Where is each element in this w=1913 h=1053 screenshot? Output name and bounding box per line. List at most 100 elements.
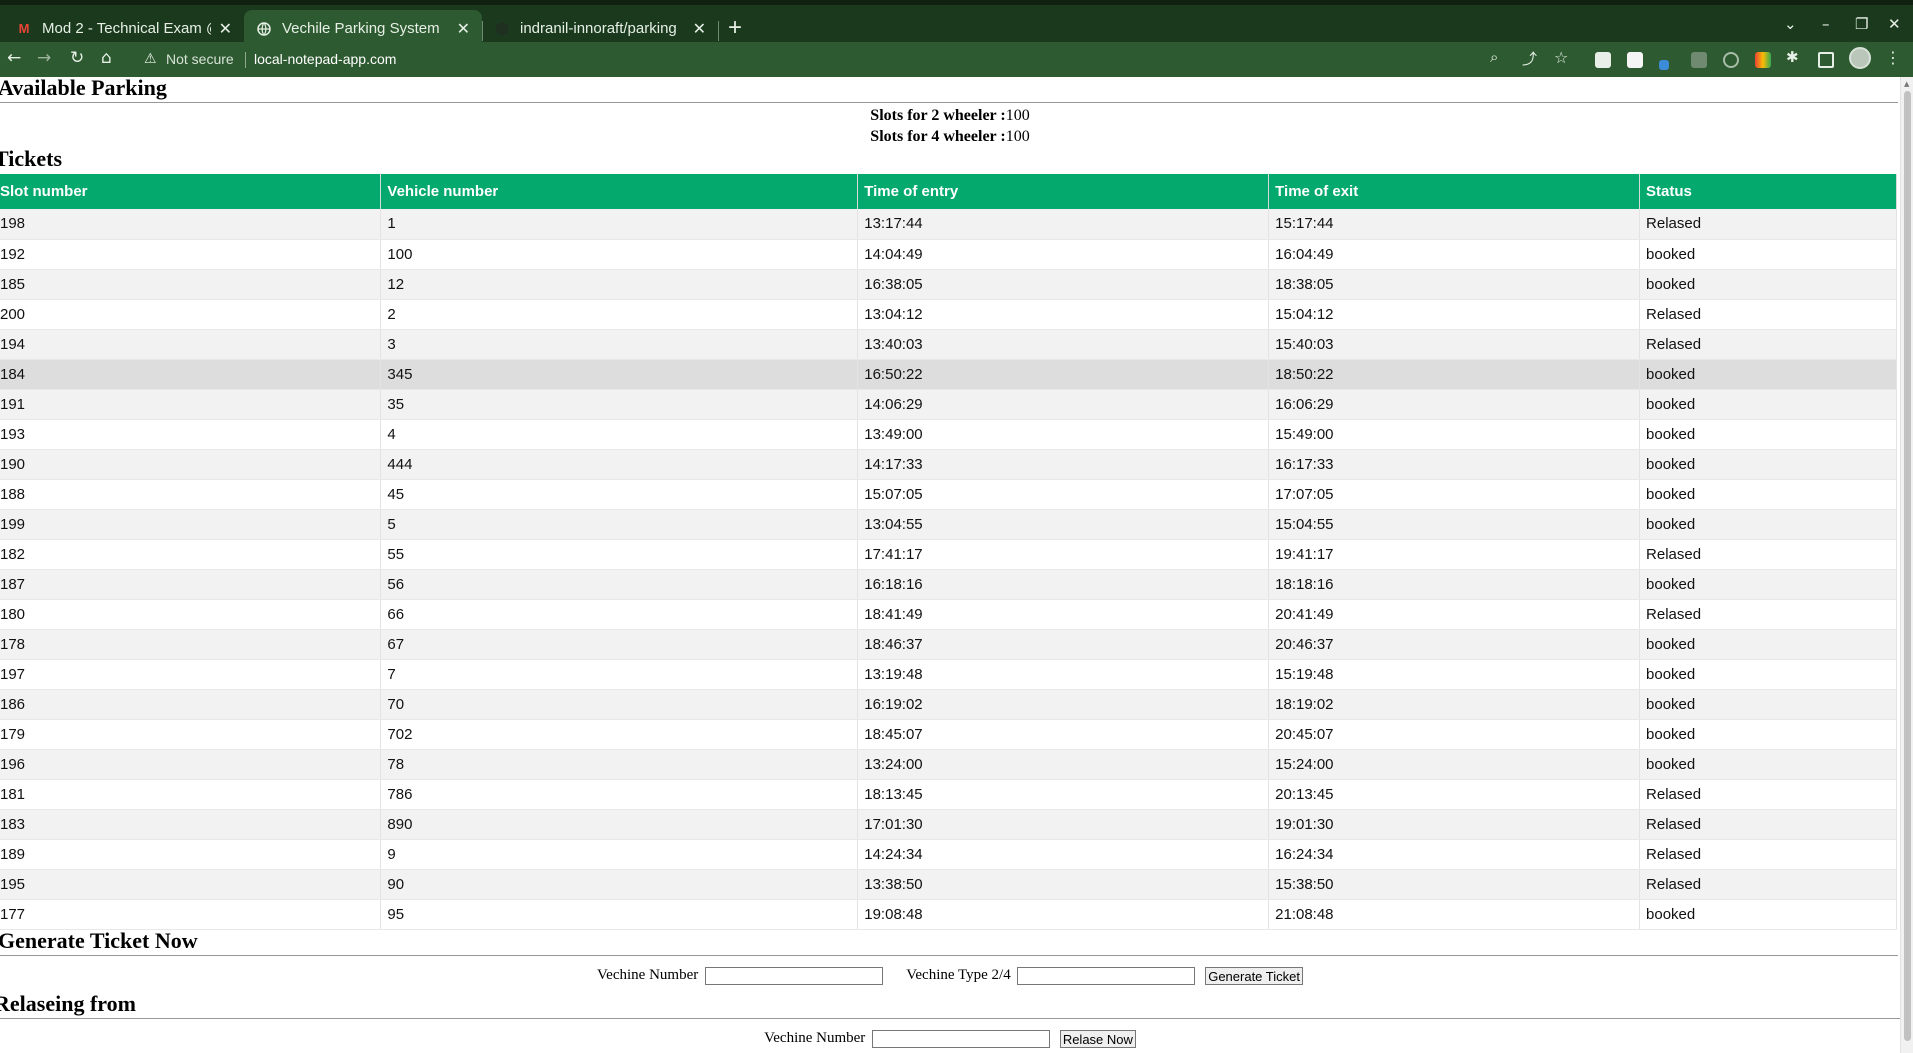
- zoom-icon[interactable]: ⌕: [1490, 48, 1498, 66]
- vehicle-number-input[interactable]: [704, 967, 883, 985]
- cell-time-of-exit: 20:41:49: [1268, 599, 1641, 630]
- cell-status: booked: [1639, 719, 1897, 750]
- available-parking-heading: Available Parking: [0, 77, 1898, 103]
- tab-search-icon[interactable]: ⌄: [1784, 15, 1797, 33]
- extension-pen-icon[interactable]: [1659, 60, 1669, 70]
- generate-ticket-button[interactable]: Generate Ticket: [1205, 967, 1303, 985]
- side-panel-icon[interactable]: [1818, 52, 1834, 68]
- cell-time-of-exit: 15:04:55: [1268, 509, 1641, 540]
- back-icon[interactable]: ←: [7, 48, 21, 68]
- table-row: 177 95 19:08:48 21:08:48 booked: [0, 899, 1897, 930]
- cell-vehicle-number: 100: [380, 239, 859, 270]
- cell-time-of-exit: 19:41:17: [1268, 539, 1641, 570]
- close-icon[interactable]: ✕: [219, 19, 232, 39]
- close-window-icon[interactable]: ✕: [1888, 15, 1901, 33]
- cell-time-of-exit: 18:38:05: [1268, 269, 1641, 300]
- close-icon[interactable]: ✕: [693, 19, 706, 39]
- vehicle-type-input[interactable]: [1017, 967, 1196, 985]
- cell-slot-number: 185: [0, 269, 382, 300]
- table-row: 200 2 13:04:12 15:04:12 Relased: [0, 299, 1897, 330]
- scrollbar-thumb[interactable]: [1904, 91, 1911, 1041]
- table-header-row: Slot number Vehicle number Time of entry Ti…: [0, 174, 1897, 209]
- extensions-puzzle-icon[interactable]: ✱: [1786, 48, 1799, 66]
- bookmark-star-icon[interactable]: ☆: [1554, 48, 1568, 67]
- cell-slot-number: 194: [0, 329, 382, 360]
- cell-time-of-entry: 16:50:22: [857, 359, 1270, 390]
- cell-time-of-entry: 13:40:03: [857, 329, 1270, 360]
- extension-fs-icon[interactable]: [1627, 52, 1643, 68]
- extension-color-icon[interactable]: [1755, 52, 1771, 68]
- minimize-icon[interactable]: –: [1822, 15, 1830, 33]
- cell-vehicle-number: 9: [380, 839, 859, 870]
- table-row: 180 66 18:41:49 20:41:49 Relased: [0, 599, 1897, 630]
- cell-time-of-exit: 15:49:00: [1268, 419, 1641, 450]
- close-icon[interactable]: ✕: [457, 19, 470, 39]
- cell-time-of-exit: 20:45:07: [1268, 719, 1641, 750]
- forward-icon[interactable]: →: [37, 48, 51, 68]
- cell-status: Relased: [1639, 209, 1897, 240]
- cell-time-of-entry: 16:18:16: [857, 569, 1270, 600]
- cell-status: booked: [1639, 449, 1897, 480]
- new-tab-icon[interactable]: +: [728, 14, 742, 42]
- extension-compass-icon[interactable]: [1723, 52, 1739, 68]
- cell-status: booked: [1639, 419, 1897, 450]
- extension-b-icon[interactable]: [1595, 52, 1611, 68]
- release-vehicle-number-input[interactable]: [872, 1030, 1051, 1048]
- vehicle-type-label: Vechine Type 2/4: [906, 967, 1011, 984]
- cell-status: booked: [1639, 509, 1897, 540]
- cell-slot-number: 187: [0, 569, 382, 600]
- security-label[interactable]: Not secure: [166, 51, 234, 67]
- cell-status: booked: [1639, 899, 1897, 930]
- table-row: 190 444 14:17:33 16:17:33 booked: [0, 449, 1897, 480]
- home-icon[interactable]: ⌂: [101, 48, 112, 68]
- cell-vehicle-number: 5: [380, 509, 859, 540]
- cell-time-of-entry: 14:04:49: [857, 239, 1270, 270]
- restore-icon[interactable]: ❐: [1855, 15, 1868, 33]
- cell-time-of-exit: 15:17:44: [1268, 209, 1641, 240]
- cell-time-of-exit: 15:04:12: [1268, 299, 1641, 330]
- release-now-button[interactable]: Relase Now: [1059, 1030, 1136, 1048]
- releasing-heading: Relaseing from: [0, 991, 1900, 1019]
- warning-icon[interactable]: ⚠: [144, 50, 157, 67]
- cell-status: booked: [1639, 239, 1897, 270]
- tab-title: Mod 2 - Technical Exam @: [42, 20, 211, 37]
- cell-time-of-entry: 13:04:12: [857, 299, 1270, 330]
- tickets-table: Slot number Vehicle number Time of entry Ti…: [0, 174, 1897, 930]
- cell-time-of-entry: 18:41:49: [857, 599, 1270, 630]
- cell-status: Relased: [1639, 809, 1897, 840]
- cell-time-of-exit: 15:19:48: [1268, 659, 1641, 690]
- cell-vehicle-number: 35: [380, 389, 859, 420]
- cell-status: booked: [1639, 689, 1897, 720]
- cell-time-of-entry: 18:13:45: [857, 779, 1270, 810]
- cell-time-of-exit: 18:18:16: [1268, 569, 1641, 600]
- two-wheeler-label: Slots for 2 wheeler :: [870, 107, 1006, 124]
- tickets-heading: Tickets: [0, 146, 63, 171]
- scroll-up-icon[interactable]: ▲: [1904, 80, 1909, 88]
- cell-slot-number: 198: [0, 209, 382, 240]
- table-row: 184 345 16:50:22 18:50:22 booked: [0, 359, 1897, 390]
- extension-screen-icon[interactable]: [1691, 52, 1707, 68]
- cell-slot-number: 181: [0, 779, 382, 810]
- cell-time-of-exit: 20:46:37: [1268, 629, 1641, 660]
- cell-time-of-exit: 15:24:00: [1268, 749, 1641, 780]
- four-wheeler-slots: Slots for 4 wheeler :100: [0, 126, 1900, 147]
- table-row: 198 1 13:17:44 15:17:44 Relased: [0, 209, 1897, 240]
- profile-avatar[interactable]: [1849, 47, 1871, 69]
- cell-vehicle-number: 45: [380, 479, 859, 510]
- url-text[interactable]: local-notepad-app.com: [254, 51, 396, 67]
- table-row: 199 5 13:04:55 15:04:55 booked: [0, 509, 1897, 540]
- page-scrollbar[interactable]: ▲: [1900, 77, 1913, 1053]
- tickets-table-body: 198 1 13:17:44 15:17:44 Relased 192 100 14:04:4…: [0, 209, 1897, 930]
- cell-vehicle-number: 702: [380, 719, 859, 750]
- page-content: Available Parking Slots for 2 wheeler : 1…: [0, 77, 1900, 1053]
- cell-time-of-entry: 13:17:44: [857, 209, 1270, 240]
- cell-time-of-entry: 13:04:55: [857, 509, 1270, 540]
- cell-vehicle-number: 786: [380, 779, 859, 810]
- share-icon[interactable]: ⤴: [1522, 48, 1537, 69]
- cell-slot-number: 186: [0, 689, 382, 720]
- address-bar[interactable]: ⚠ Not secure local-notepad-app.com: [134, 46, 1564, 74]
- reload-icon[interactable]: ↻: [70, 48, 84, 68]
- cell-vehicle-number: 70: [380, 689, 859, 720]
- table-row: 186 70 16:19:02 18:19:02 booked: [0, 689, 1897, 720]
- menu-kebab-icon[interactable]: ⋮: [1885, 48, 1901, 67]
